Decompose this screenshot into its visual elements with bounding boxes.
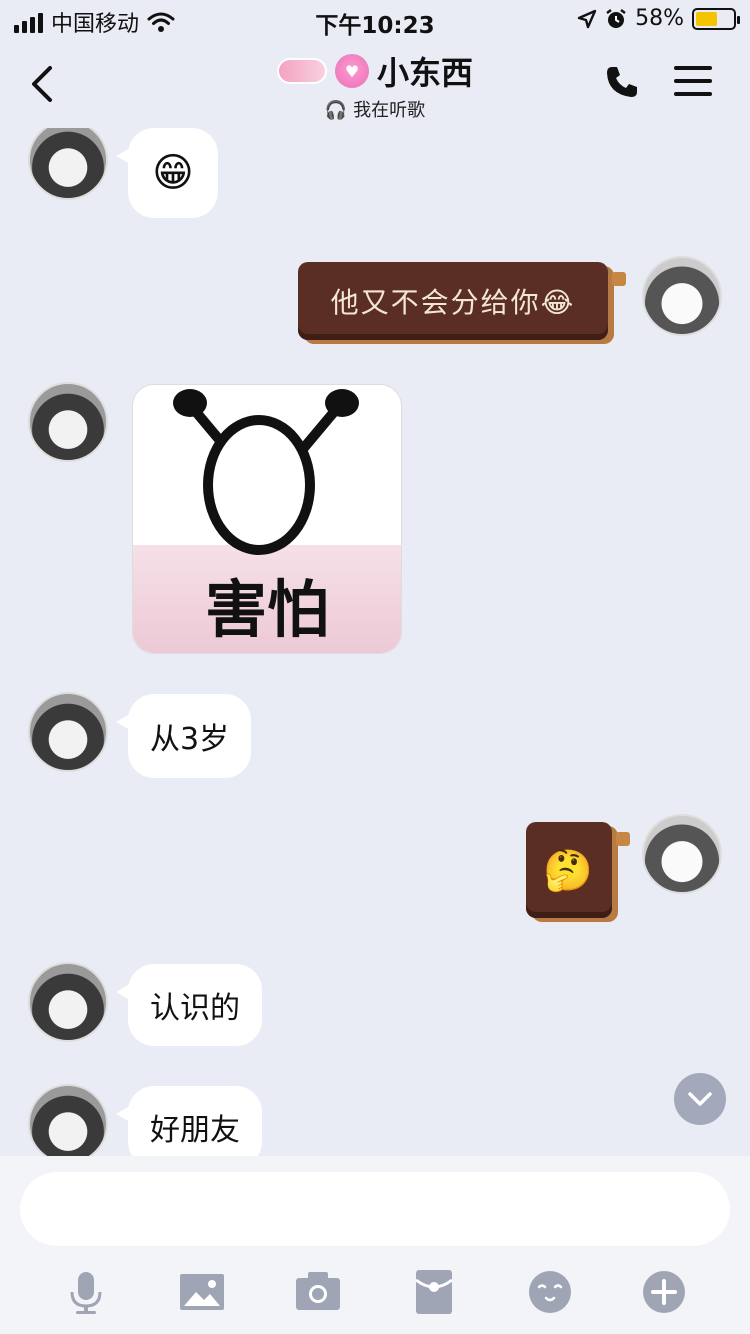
battery-icon <box>692 7 740 30</box>
my-avatar[interactable] <box>642 814 722 894</box>
contact-avatar[interactable] <box>28 1084 108 1156</box>
sticker-face <box>203 415 315 555</box>
chat-header: ♥ 小东西 🎧 我在听歌 <box>0 40 750 128</box>
chat-area[interactable]: 😁 他又不会分给你😂 害怕 从3岁 🤔 认识的 好朋友 <box>0 128 750 1156</box>
chocolate-message-bubble[interactable]: 🤔 <box>526 822 630 918</box>
plus-icon[interactable] <box>640 1268 688 1316</box>
status-bar: 中国移动 下午10:23 58% <box>0 0 750 40</box>
message-bubble[interactable]: 认识的 <box>116 964 262 1046</box>
location-icon <box>577 9 597 28</box>
contact-name[interactable]: 小东西 <box>377 48 473 94</box>
message-text: 认识的 <box>150 991 240 1026</box>
status-right: 58% <box>577 6 740 31</box>
contact-avatar[interactable] <box>28 128 108 200</box>
grin-emoji: 😁 <box>152 150 194 196</box>
sticker-caption: 害怕 <box>204 573 329 646</box>
contact-avatar[interactable] <box>28 962 108 1042</box>
message-text: 他又不会分给你😂 <box>330 286 576 319</box>
composer <box>0 1156 750 1334</box>
heart-badge-icon: ♥ <box>334 54 369 88</box>
message-text: 好朋友 <box>150 1113 240 1148</box>
level-badge-icon <box>276 58 327 84</box>
scared-sticker[interactable]: 害怕 <box>132 384 402 654</box>
camera-icon[interactable] <box>294 1268 342 1316</box>
message-bubble[interactable]: 好朋友 <box>116 1086 262 1156</box>
chocolate-message-bubble[interactable]: 他又不会分给你😂 <box>298 262 626 340</box>
battery-fill <box>696 11 717 26</box>
chevron-down-icon <box>688 1092 712 1106</box>
antenna-ball-right <box>325 389 359 417</box>
menu-icon[interactable] <box>674 66 712 100</box>
message-bubble[interactable]: 从3岁 <box>115 694 252 778</box>
phone-icon[interactable] <box>604 64 640 100</box>
title-row: ♥ 小东西 <box>276 48 473 94</box>
emoji-icon[interactable] <box>526 1268 574 1316</box>
antenna-ball-left <box>173 389 207 417</box>
headphones-icon: 🎧 <box>324 100 348 121</box>
contact-status-text: 我在听歌 <box>353 100 426 121</box>
image-icon[interactable] <box>178 1268 226 1316</box>
contact-avatar[interactable] <box>28 382 108 462</box>
red-packet-icon[interactable] <box>410 1268 458 1316</box>
battery-percent: 58% <box>635 6 684 31</box>
alarm-icon <box>606 8 626 28</box>
scroll-to-bottom-button[interactable] <box>674 1073 726 1125</box>
message-text: 从3岁 <box>150 722 230 757</box>
message-input[interactable] <box>20 1172 730 1246</box>
message-bubble[interactable]: 😁 <box>116 128 218 218</box>
my-avatar[interactable] <box>642 256 722 336</box>
composer-toolbar <box>0 1268 750 1316</box>
contact-avatar[interactable] <box>28 692 108 772</box>
microphone-icon[interactable] <box>62 1268 110 1316</box>
thinking-emoji: 🤔 <box>543 847 595 894</box>
